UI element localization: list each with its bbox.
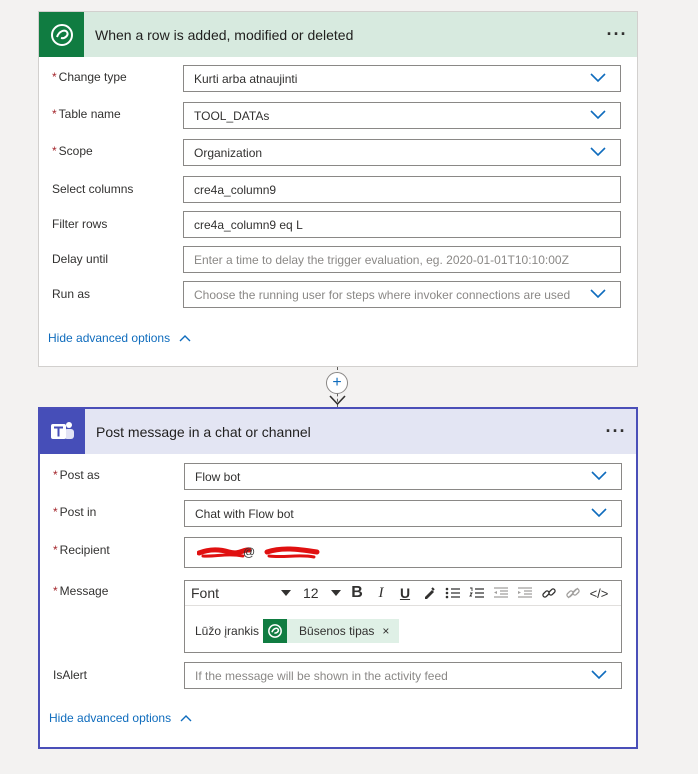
filter-rows-label: Filter rows [52, 217, 108, 231]
post-in-dropdown[interactable]: Chat with Flow bot [184, 500, 622, 527]
dataverse-icon [263, 619, 288, 643]
italic-button[interactable]: I [369, 582, 393, 604]
font-size-dropdown[interactable]: 12 [299, 582, 345, 604]
scope-label: * Scope [52, 144, 93, 158]
action-title: Post message in a chat or channel [96, 423, 311, 440]
isalert-dropdown[interactable]: If the message will be shown in the acti… [184, 662, 622, 689]
message-toolbar: Font 12 B I U </> [185, 581, 621, 606]
select-columns-input[interactable]: cre4a_column9 [183, 176, 621, 203]
message-editor[interactable]: Font 12 B I U </> Lūžo įrankis Būsenos t… [184, 580, 622, 653]
recipient-value: @ [243, 545, 256, 559]
action-card: Post message in a chat or channel ··· * P… [38, 407, 638, 749]
bold-button[interactable]: B [345, 582, 369, 604]
plus-icon[interactable]: + [326, 372, 348, 394]
message-label: * Message [53, 584, 109, 598]
message-content[interactable]: Lūžo įrankis Būsenos tipas × [195, 619, 400, 643]
table-name-label: * Table name [52, 107, 121, 121]
increase-indent-icon[interactable] [513, 582, 537, 604]
recipient-label: * Recipient [53, 543, 110, 557]
scope-dropdown[interactable]: Organization [183, 139, 621, 166]
action-header[interactable]: Post message in a chat or channel ··· [40, 409, 636, 454]
recipient-input[interactable]: @ [184, 537, 622, 568]
chevron-down-icon [591, 471, 607, 481]
post-as-dropdown[interactable]: Flow bot [184, 463, 622, 490]
dataverse-icon [39, 12, 84, 57]
dynamic-content-token[interactable]: Būsenos tipas × [263, 619, 400, 643]
chevron-down-icon [591, 508, 607, 518]
link-icon[interactable] [537, 582, 561, 604]
run-as-label: Run as [52, 287, 91, 301]
chevron-down-icon [590, 110, 606, 120]
font-color-icon[interactable] [417, 582, 441, 604]
table-name-dropdown[interactable]: TOOL_DATAs [183, 102, 621, 129]
chevron-down-icon [590, 147, 606, 157]
delay-until-input[interactable]: Enter a time to delay the trigger evalua… [183, 246, 621, 273]
chevron-down-icon [590, 73, 606, 83]
chevron-down-icon [591, 670, 607, 680]
bullet-list-icon[interactable] [441, 582, 465, 604]
teams-icon [40, 409, 85, 454]
hide-advanced-options-link[interactable]: Hide advanced options [48, 331, 191, 345]
run-as-dropdown[interactable]: Choose the running user for steps where … [183, 281, 621, 308]
delay-until-label: Delay until [52, 252, 109, 266]
token-label: Būsenos tipas [299, 624, 375, 638]
caret-down-icon [331, 590, 341, 596]
code-view-button[interactable]: </> [585, 582, 613, 604]
trigger-header[interactable]: When a row is added, modified or deleted… [39, 12, 637, 57]
isalert-label: IsAlert [53, 668, 88, 682]
font-family-dropdown[interactable]: Font [185, 582, 299, 604]
more-options-icon[interactable]: ··· [596, 421, 636, 442]
underline-button[interactable]: U [393, 582, 417, 604]
message-text: Lūžo įrankis [195, 624, 260, 638]
chevron-up-icon [180, 715, 192, 722]
unlink-icon[interactable] [561, 582, 585, 604]
arrow-down-icon [329, 395, 346, 406]
post-in-label: * Post in [53, 505, 97, 519]
hide-advanced-options-link[interactable]: Hide advanced options [49, 711, 192, 725]
trigger-card: When a row is added, modified or deleted… [38, 11, 638, 367]
redaction-mark [197, 546, 320, 559]
more-options-icon[interactable]: ··· [597, 24, 637, 45]
numbered-list-icon[interactable] [465, 582, 489, 604]
filter-rows-input[interactable]: cre4a_column9 eq L [183, 211, 621, 238]
chevron-up-icon [179, 335, 191, 342]
token-remove-icon[interactable]: × [382, 624, 399, 638]
change-type-dropdown[interactable]: Kurti arba atnaujinti [183, 65, 621, 92]
caret-down-icon [281, 590, 291, 596]
post-as-label: * Post as [53, 468, 100, 482]
select-columns-label: Select columns [52, 182, 134, 196]
decrease-indent-icon[interactable] [489, 582, 513, 604]
chevron-down-icon [590, 289, 606, 299]
change-type-label: * Change type [52, 70, 127, 84]
trigger-title: When a row is added, modified or deleted [95, 26, 354, 43]
